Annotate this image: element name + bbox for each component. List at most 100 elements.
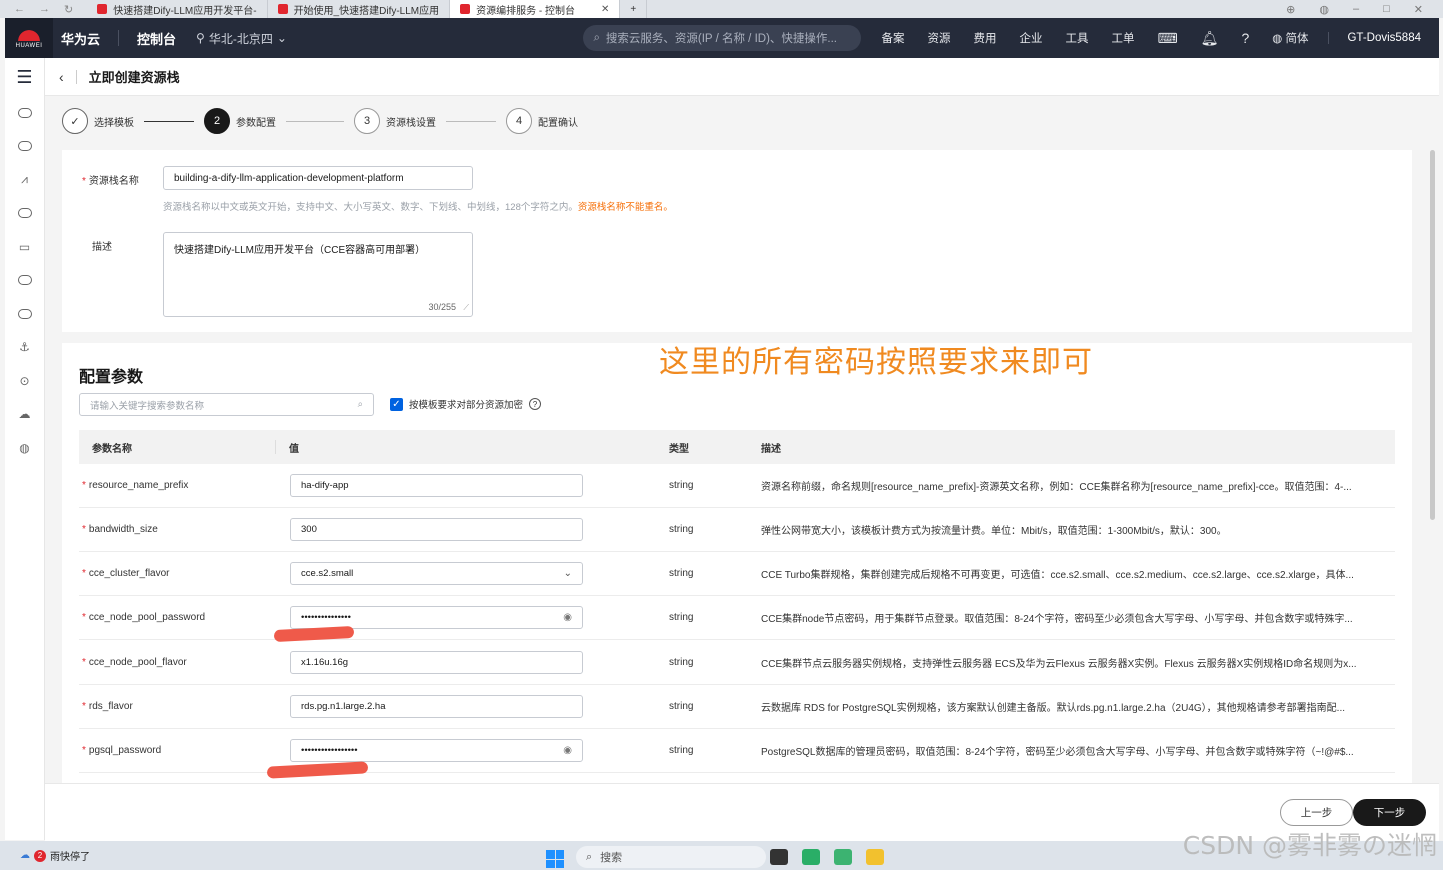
service-sidebar: ☰ ⩘ ▭ ⚓ ⊙ ☁ ◍ xyxy=(5,58,45,840)
step-select-template[interactable]: ✓ 选择模板 xyxy=(62,108,134,134)
sidebar-service-icon[interactable] xyxy=(5,197,44,231)
notification-badge: 2 xyxy=(34,849,46,862)
sidebar-service-icon[interactable]: ⊙ xyxy=(5,364,44,398)
bell-icon[interactable]: 🔔︎ xyxy=(1201,30,1219,47)
description-textarea[interactable]: 快速搭建Dify-LLM应用开发平台（CCE容器高可用部署） 30/255 ⟋ xyxy=(163,232,473,317)
password-input[interactable]: ••••••••••••••• ◉ xyxy=(290,605,583,629)
tab-label: 快速搭建Dify-LLM应用开发平台- xyxy=(113,5,257,17)
taskbar-apps xyxy=(770,849,884,865)
maximize-icon[interactable]: □ xyxy=(1383,3,1390,16)
close-tab-icon[interactable]: ✕ xyxy=(601,4,609,15)
section-title: 配置参数 xyxy=(79,369,144,386)
table-row: * cce_cluster_flavor cce.s2.small ⌄ string… xyxy=(79,552,1395,597)
previous-step-button[interactable]: 上一步 xyxy=(1280,799,1353,826)
resize-handle-icon[interactable]: ⟋ xyxy=(463,303,469,313)
value-text: rds.pg.n1.large.2.ha xyxy=(301,700,386,712)
menu-icon[interactable]: ☰ xyxy=(5,58,44,96)
close-window-icon[interactable]: ✕ xyxy=(1414,3,1423,16)
nav-tools[interactable]: 工具 xyxy=(1065,30,1088,46)
scrollbar[interactable] xyxy=(1428,150,1438,780)
download-icon[interactable]: ⊕ xyxy=(1286,3,1295,16)
page-header: ‹ 立即创建资源栈 xyxy=(45,58,1439,96)
huawei-favicon-icon xyxy=(277,4,288,14)
back-icon[interactable]: ‹ xyxy=(59,69,64,85)
param-name: * cce_cluster_flavor xyxy=(82,568,170,580)
step-label: 资源栈设置 xyxy=(386,117,436,129)
eye-icon[interactable]: ◉ xyxy=(563,745,572,756)
taskbar-search[interactable]: ⌕ 搜索 xyxy=(576,846,766,868)
param-value-input[interactable]: ha-dify-app xyxy=(290,473,583,497)
param-name: * bandwidth_size xyxy=(82,524,158,536)
param-name-text: cce_cluster_flavor xyxy=(88,568,170,580)
param-value-input[interactable]: 300 xyxy=(290,517,583,541)
nav-enterprise[interactable]: 企业 xyxy=(1019,30,1042,46)
password-input[interactable]: ••••••••••••••••• ◉ xyxy=(290,738,583,762)
forward-arrow-icon[interactable]: → xyxy=(39,3,50,16)
browser-tab[interactable]: 快速搭建Dify-LLM应用开发平台- xyxy=(87,0,268,18)
global-search-input[interactable]: ⌕ 搜索云服务、资源(IP / 名称 / ID)、快捷操作... xyxy=(583,25,862,51)
console-link[interactable]: 控制台 xyxy=(137,29,176,48)
param-value-select[interactable]: cce.s2.small ⌄ xyxy=(290,561,583,585)
step-stack-settings[interactable]: 3 资源栈设置 xyxy=(354,108,436,134)
stack-name-label: * 资源栈名称 xyxy=(82,176,139,187)
eye-icon[interactable]: ◉ xyxy=(563,612,572,623)
browser-tab[interactable]: 开始使用_快速搭建Dify-LLM应用 xyxy=(268,0,451,18)
param-name-text: bandwidth_size xyxy=(88,524,158,536)
region-selector[interactable]: ⚲ 华北-北京四 ⌄ xyxy=(196,30,287,47)
sidebar-service-icon[interactable] xyxy=(5,264,44,298)
minimize-icon[interactable]: – xyxy=(1353,3,1359,16)
language-selector[interactable]: ◍ 简体 xyxy=(1272,30,1308,46)
cloudshell-icon[interactable]: ⌨ xyxy=(1157,30,1177,47)
weather-widget[interactable]: ☁ 2 雨快停了 xyxy=(20,848,90,863)
char-counter: 30/255 xyxy=(428,302,456,312)
globe-icon: ◍ xyxy=(1272,33,1286,45)
next-step-button[interactable]: 下一步 xyxy=(1353,799,1426,826)
param-desc: CCE Turbo集群规格，集群创建完成后规格不可再变更，可选值：cce.s2.… xyxy=(761,570,1354,582)
reload-icon[interactable]: ↻ xyxy=(64,3,73,16)
table-row: * resource_name_prefix ha-dify-app string… xyxy=(79,464,1395,509)
new-tab-button[interactable]: + xyxy=(620,0,648,18)
param-desc: 云数据库 RDS for PostgreSQL实例规格，该方案默认创建主备版。默… xyxy=(761,703,1345,715)
param-type: string xyxy=(669,612,694,624)
stack-name-input[interactable]: building-a-dify-llm-application-developm… xyxy=(163,166,473,190)
param-search-input[interactable]: 请输入关键字搜索参数名称 ⌕ xyxy=(79,393,374,416)
encrypt-option[interactable]: ✓ 按模板要求对部分资源加密 ? xyxy=(390,397,542,411)
sidebar-service-icon[interactable] xyxy=(5,96,44,130)
encrypt-checkbox[interactable]: ✓ xyxy=(390,397,403,411)
help-icon[interactable]: ? xyxy=(529,398,542,410)
huawei-favicon-icon xyxy=(97,4,108,14)
folder-icon[interactable] xyxy=(866,849,884,865)
param-value-input[interactable]: x1.16u.16g xyxy=(290,650,583,674)
step-param-config[interactable]: 2 参数配置 xyxy=(204,108,276,134)
col-header-desc: 描述 xyxy=(761,443,781,455)
param-name-text: cce_node_pool_password xyxy=(88,612,206,624)
step-confirm[interactable]: 4 配置确认 xyxy=(506,108,578,134)
huawei-logo[interactable]: HUAWEI xyxy=(5,18,53,58)
nav-beian[interactable]: 备案 xyxy=(881,30,904,46)
windows-start-icon[interactable] xyxy=(546,850,564,868)
sidebar-service-icon[interactable]: ⚓ xyxy=(5,331,44,365)
taskview-icon[interactable] xyxy=(770,849,788,865)
browser-tab-active[interactable]: 资源编排服务 - 控制台 ✕ xyxy=(450,0,621,18)
sidebar-service-icon[interactable]: ◍ xyxy=(5,431,44,465)
sidebar-service-icon[interactable]: ☁ xyxy=(5,398,44,432)
wechat-icon[interactable] xyxy=(802,849,820,865)
globe-icon[interactable]: ◍ xyxy=(1319,3,1329,16)
param-desc: CCE集群node节点密码，用于集群节点登录。取值范围：8-24个字符，密码至少… xyxy=(761,614,1353,626)
nav-tickets[interactable]: 工单 xyxy=(1111,30,1134,46)
param-value-input[interactable]: rds.pg.n1.large.2.ha xyxy=(290,694,583,718)
back-arrow-icon[interactable]: ← xyxy=(14,3,25,16)
sidebar-service-icon[interactable]: ⩘ xyxy=(5,163,44,197)
app-icon[interactable] xyxy=(834,849,852,865)
help-icon[interactable]: ? xyxy=(1241,30,1249,46)
sidebar-service-icon[interactable] xyxy=(5,130,44,164)
search-placeholder: 请输入关键字搜索参数名称 xyxy=(90,400,205,412)
user-account[interactable]: GT-Dovis5884 xyxy=(1328,32,1421,44)
scrollbar-thumb[interactable] xyxy=(1430,150,1435,520)
sidebar-service-icon[interactable] xyxy=(5,297,44,331)
nav-billing[interactable]: 费用 xyxy=(973,30,996,46)
brand-name[interactable]: 华为云 xyxy=(61,29,100,48)
nav-resources[interactable]: 资源 xyxy=(927,30,950,46)
weather-text: 雨快停了 xyxy=(50,852,90,863)
sidebar-service-icon[interactable]: ▭ xyxy=(5,230,44,264)
